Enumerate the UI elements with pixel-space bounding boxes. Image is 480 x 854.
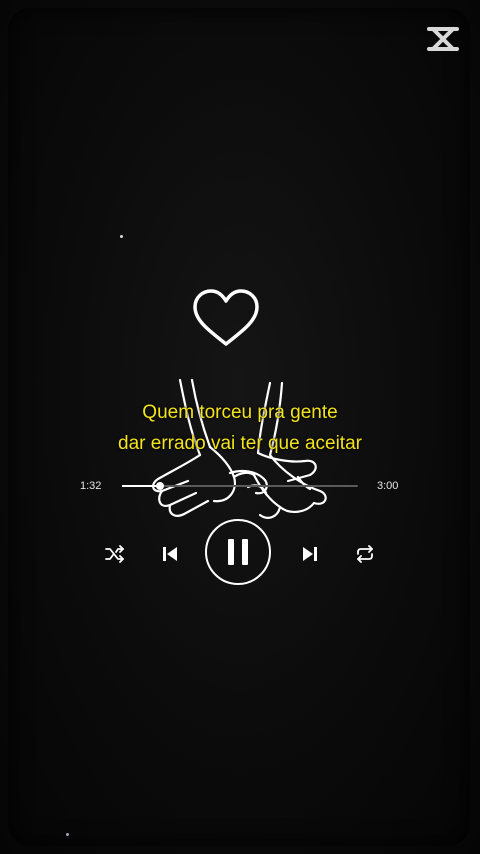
time-total: 3:00 xyxy=(377,480,399,492)
repeat-icon xyxy=(357,545,373,563)
shuffle-icon xyxy=(105,545,124,563)
shuffle-button[interactable] xyxy=(104,543,126,565)
heart-icon xyxy=(193,289,259,346)
time-elapsed: 1:32 xyxy=(80,480,102,492)
progress-fill xyxy=(122,485,160,487)
pause-button[interactable] xyxy=(205,519,271,585)
lyric-line-1: Quem torceu pra gente xyxy=(142,402,338,423)
video-screen: Quem torceu pra gente dar errado vai ter… xyxy=(0,0,480,854)
bottom-dot xyxy=(66,833,69,836)
progress-bar[interactable] xyxy=(122,482,358,490)
next-icon xyxy=(303,547,317,561)
next-button[interactable] xyxy=(299,543,321,565)
previous-button[interactable] xyxy=(159,543,181,565)
lyric-line-2: dar errado vai ter que aceitar xyxy=(118,433,362,454)
sparkle-dot xyxy=(120,235,123,238)
lyrics-caption: Quem torceu pra gente dar errado vai ter… xyxy=(0,397,480,459)
repeat-button[interactable] xyxy=(354,543,376,565)
previous-icon xyxy=(163,547,177,561)
pause-icon xyxy=(228,539,248,565)
progress-thumb[interactable] xyxy=(155,482,164,490)
capcut-logo-icon xyxy=(427,27,459,51)
